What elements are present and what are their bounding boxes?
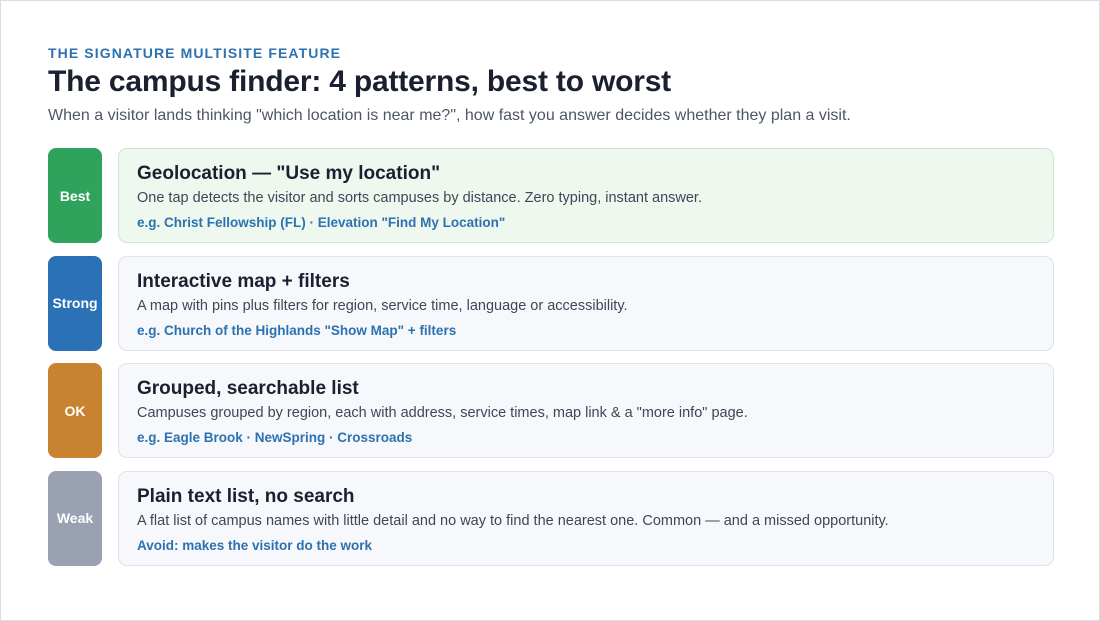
pattern-title: Grouped, searchable list — [137, 378, 359, 399]
pattern-example: e.g. Church of the Highlands "Show Map" … — [137, 322, 457, 338]
page-subtitle: When a visitor lands thinking "which loc… — [48, 107, 851, 124]
pattern-description: Campuses grouped by region, each with ad… — [137, 405, 748, 421]
pattern-row-weak: Weak Plain text list, no search A flat l… — [48, 470, 1054, 566]
pattern-description: One tap detects the visitor and sorts ca… — [137, 190, 702, 206]
pattern-example: e.g. Eagle Brook · NewSpring · Crossroad… — [137, 430, 413, 445]
rank-badge-strong: Strong — [48, 255, 102, 351]
page-title: The campus finder: 4 patterns, best to w… — [48, 65, 671, 98]
pattern-card-plain-list: Plain text list, no search A flat list o… — [118, 470, 1054, 566]
pattern-example: Avoid: makes the visitor do the work — [137, 537, 373, 553]
pattern-card-grouped-list: Grouped, searchable list Campuses groupe… — [118, 363, 1054, 458]
pattern-description: A flat list of campus names with little … — [137, 512, 889, 529]
pattern-title: Geolocation — "Use my location" — [137, 163, 441, 184]
rank-badge-ok: OK — [48, 363, 102, 458]
rank-badge-best: Best — [48, 148, 102, 243]
pattern-list: Best Geolocation — "Use my location" One… — [48, 148, 1054, 578]
pattern-row-strong: Strong Interactive map + filters A map w… — [48, 255, 1054, 351]
pattern-title: Interactive map + filters — [137, 270, 350, 292]
pattern-description: A map with pins plus filters for region,… — [137, 297, 628, 314]
pattern-example: e.g. Christ Fellowship (FL) · Elevation … — [137, 215, 506, 230]
pattern-row-ok: OK Grouped, searchable list Campuses gro… — [48, 363, 1054, 458]
slide-frame: THE SIGNATURE MULTISITE FEATURE The camp… — [0, 0, 1100, 621]
rank-badge-weak: Weak — [48, 470, 102, 566]
pattern-card-interactive-map: Interactive map + filters A map with pin… — [118, 255, 1054, 351]
pattern-row-best: Best Geolocation — "Use my location" One… — [48, 148, 1054, 243]
pattern-title: Plain text list, no search — [137, 485, 355, 507]
pattern-card-geolocation: Geolocation — "Use my location" One tap … — [118, 148, 1054, 243]
eyebrow-label: THE SIGNATURE MULTISITE FEATURE — [48, 45, 342, 61]
